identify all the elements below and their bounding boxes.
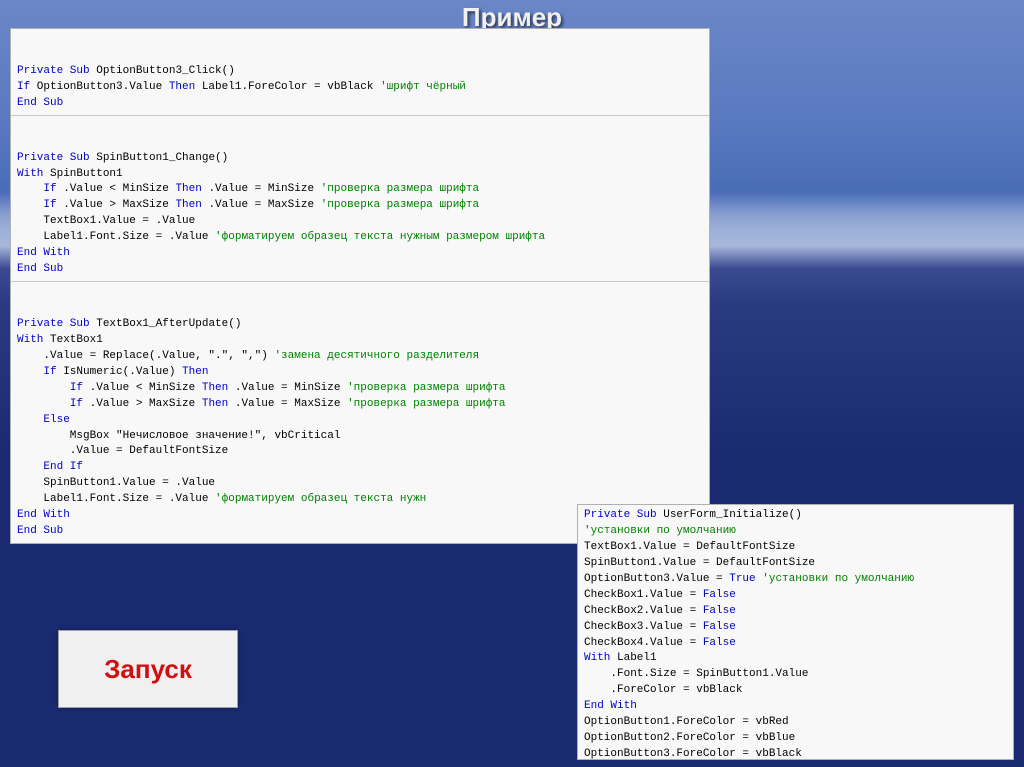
- code-section-2: Private Sub SpinButton1_Change() With Sp…: [11, 148, 709, 283]
- code-section-1: Private Sub OptionButton3_Click() If Opt…: [11, 61, 709, 116]
- code-panel-main: Private Sub OptionButton3_Click() If Opt…: [10, 28, 710, 544]
- code-panel-secondary: Private Sub UserForm_Initialize() 'устан…: [577, 504, 1014, 760]
- launch-button[interactable]: Запуск: [58, 630, 238, 708]
